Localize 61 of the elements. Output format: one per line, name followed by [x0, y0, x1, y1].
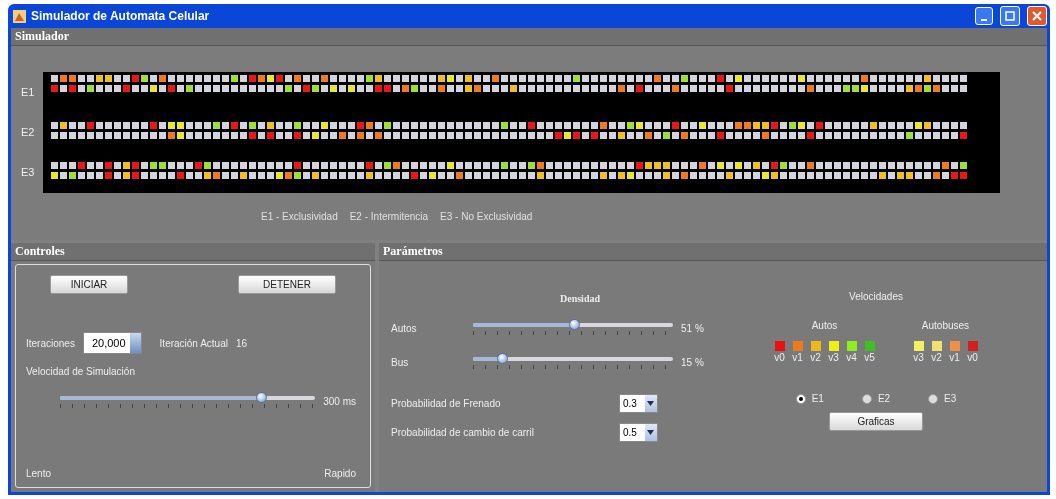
swatch-label: v3 [913, 352, 924, 363]
lane-label: E1 [21, 85, 36, 100]
field-label: Iteración Actual [159, 337, 228, 349]
legend-text: E2 - Intermitencia [349, 211, 429, 222]
slider-label: Lento [26, 468, 52, 479]
caret-icon [647, 430, 655, 435]
maximize-icon [1005, 11, 1015, 21]
charts-button[interactable]: Graficas [829, 412, 923, 431]
panel-title: Parámetros [379, 243, 1047, 261]
density-slider[interactable] [473, 318, 673, 338]
dropdown[interactable]: 0.3 [619, 394, 658, 413]
lane-label: E2 [21, 125, 36, 140]
slider-label: Rapido [324, 468, 356, 479]
density-slider[interactable] [473, 352, 673, 372]
radio-button[interactable] [861, 393, 872, 404]
group-title: Autos [811, 320, 838, 331]
app-icon [13, 9, 26, 23]
field-label: Probabilidad de Frenado [391, 398, 502, 409]
radio-label: E2 [877, 393, 891, 404]
panel-title: Controles [11, 243, 375, 261]
panel-title: Simulador [11, 28, 1047, 46]
swatch-label: v1 [792, 352, 803, 363]
close-icon [1032, 11, 1042, 21]
slider-label: Bus [391, 356, 410, 368]
radio-button[interactable] [928, 393, 939, 404]
swatch-label: v2 [810, 352, 821, 363]
swatch-label: v2 [931, 352, 942, 363]
swatch-label: v4 [846, 352, 857, 363]
swatch-label: v3 [828, 352, 839, 363]
lane-label: E3 [21, 165, 36, 180]
radio-button[interactable] [795, 393, 806, 404]
radio-label: E3 [944, 393, 957, 404]
swatch-label: v0 [967, 352, 978, 363]
field-label: Iteraciones [26, 337, 75, 349]
slider-reading: 300 ms [323, 395, 356, 407]
slider-label: Autos [391, 322, 418, 334]
group-title: Autobuses [921, 320, 970, 331]
maximize-button[interactable] [1000, 6, 1020, 26]
start-button[interactable]: INICIAR [50, 275, 128, 294]
close-button[interactable] [1027, 6, 1047, 26]
speed-slider[interactable] [60, 391, 316, 411]
minimize-button[interactable] [975, 7, 993, 25]
slider-reading: 51 % [681, 322, 704, 334]
legend-text: E1 - Exclusividad [261, 211, 338, 222]
caret-icon [647, 401, 655, 406]
legend-text: E3 - No Exclusividad [440, 211, 533, 222]
iteration-value: 16 [235, 337, 248, 349]
field-label: Velocidad de Simulación [26, 366, 136, 377]
radio-label: E1 [811, 393, 824, 404]
swatch-label: v0 [774, 352, 785, 363]
swatch-label: v5 [864, 352, 875, 363]
field-label: Probabilidad de cambio de carril [391, 427, 535, 438]
stop-button[interactable]: DETENER [238, 275, 336, 294]
section-title: Velocidades [849, 291, 903, 302]
dropdown[interactable]: 0.5 [619, 423, 658, 442]
window-title: Simulador de Automata Celular [31, 9, 211, 23]
minimize-icon [981, 19, 987, 21]
iterations-spinner[interactable]: 20,000 [82, 332, 142, 354]
swatch-label: v1 [949, 352, 960, 363]
slider-reading: 15 % [681, 356, 704, 368]
section-title: Densidad [560, 293, 600, 304]
